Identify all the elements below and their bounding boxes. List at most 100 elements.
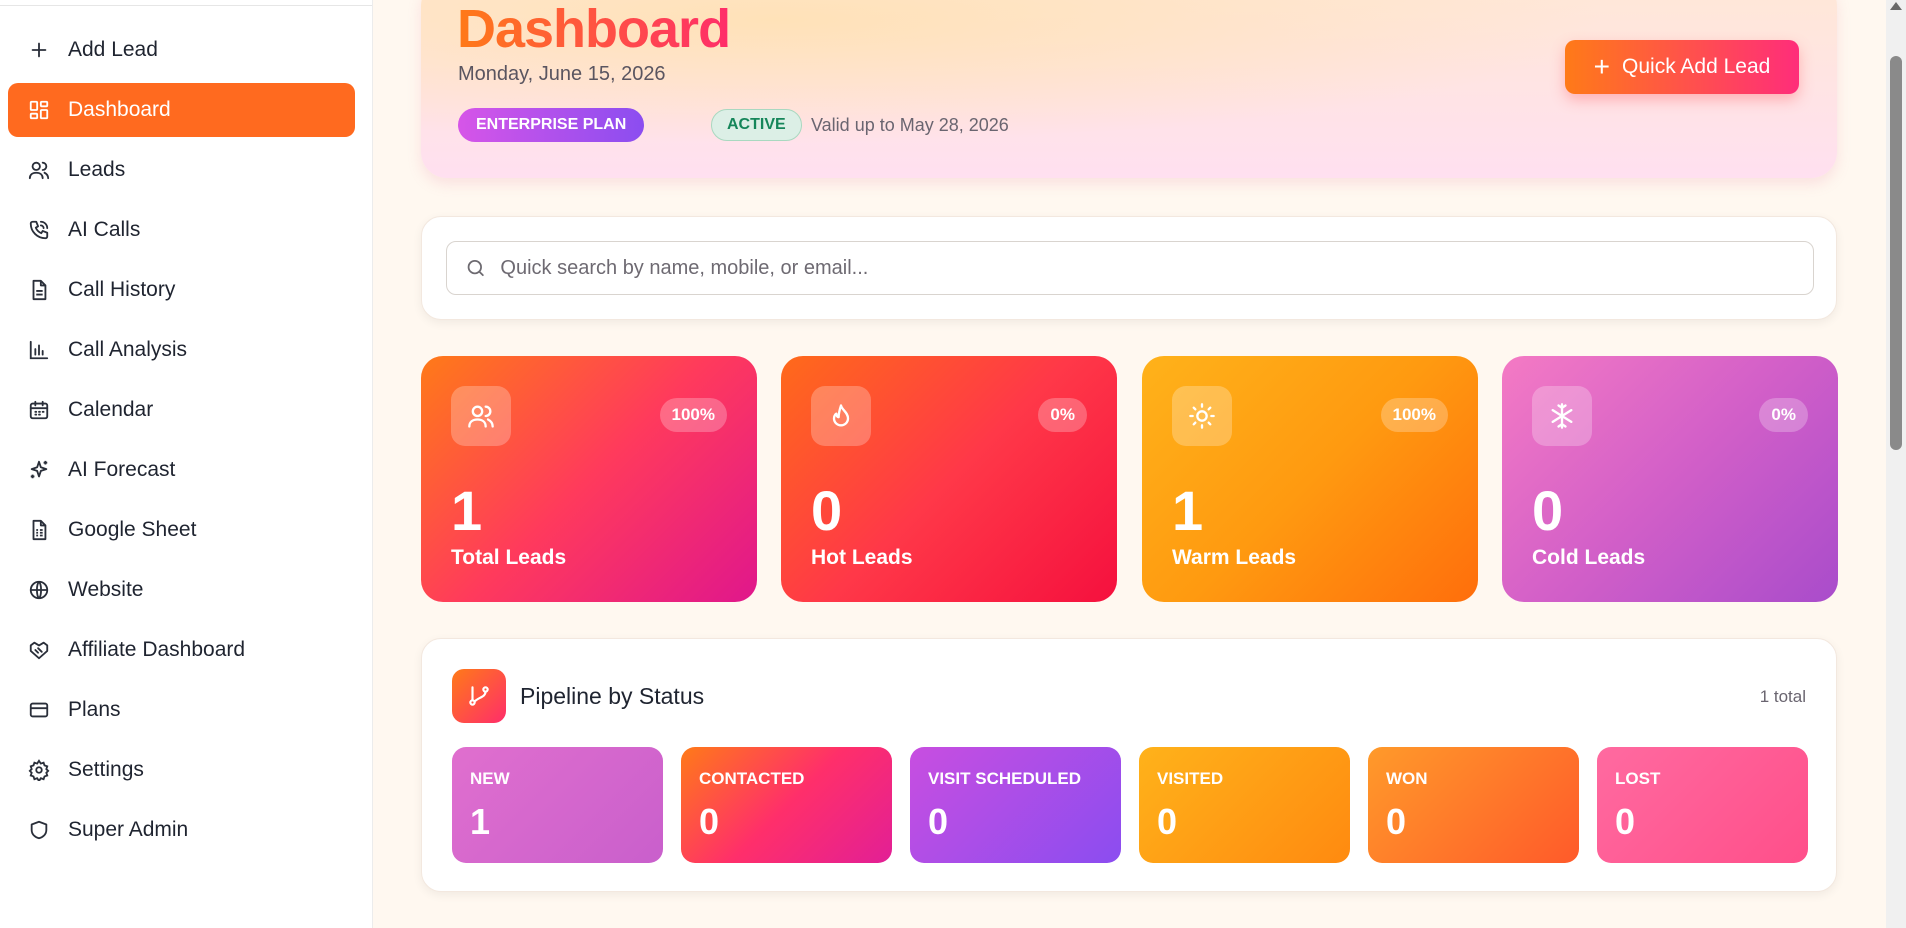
sidebar-item-leads[interactable]: Leads: [8, 143, 355, 197]
pipeline-status-row: NEW 1 CONTACTED 0 VISIT SCHEDULED 0 VISI…: [452, 747, 1808, 863]
stat-card-total-leads[interactable]: 100% 1 Total Leads: [421, 356, 757, 602]
main-content: Dashboard Monday, June 15, 2026 ENTERPRI…: [373, 0, 1886, 928]
users-icon: [451, 386, 511, 446]
dashboard-icon: [26, 97, 52, 123]
sidebar-item-label: Plans: [68, 698, 121, 721]
search-card: [421, 216, 1837, 320]
sidebar-item-settings[interactable]: Settings: [8, 743, 355, 797]
pipeline-status-label: NEW: [470, 769, 510, 788]
credit-card-icon: [26, 697, 52, 723]
quick-add-lead-button[interactable]: + Quick Add Lead: [1565, 40, 1799, 94]
scroll-up-arrow-icon[interactable]: [1890, 2, 1902, 10]
sidebar-item-google-sheet[interactable]: Google Sheet: [8, 503, 355, 557]
scrollbar[interactable]: [1886, 0, 1906, 928]
stat-label: Hot Leads: [811, 546, 913, 569]
pipeline-total: 1 total: [1759, 687, 1806, 706]
sidebar-item-ai-forecast[interactable]: AI Forecast: [8, 443, 355, 497]
stat-card-cold-leads[interactable]: 0% 0 Cold Leads: [1502, 356, 1838, 602]
pipeline-status-value: 0: [1157, 801, 1178, 842]
pipeline-status-value: 0: [928, 801, 949, 842]
pipeline-status-value: 0: [699, 801, 720, 842]
git-branch-icon: [452, 669, 506, 723]
stat-card-warm-leads[interactable]: 100% 1 Warm Leads: [1142, 356, 1478, 602]
sidebar-item-label: Super Admin: [68, 818, 189, 841]
plan-validity: Valid up to May 28, 2026: [811, 115, 1009, 135]
sidebar-item-label: Google Sheet: [68, 518, 197, 541]
sidebar-item-label: Settings: [68, 758, 144, 781]
sun-icon: [1172, 386, 1232, 446]
sidebar-item-add-lead[interactable]: Add Lead: [8, 23, 355, 77]
sidebar-nav: Add Lead Dashboard Leads AI Calls Call H…: [8, 23, 355, 863]
pipeline-status-value: 0: [1615, 801, 1636, 842]
pipeline-status-contacted[interactable]: CONTACTED 0: [681, 747, 892, 863]
pipeline-status-value: 0: [1386, 801, 1407, 842]
calendar-icon: [26, 397, 52, 423]
pipeline-status-visit-scheduled[interactable]: VISIT SCHEDULED 0: [910, 747, 1121, 863]
snowflake-icon: [1532, 386, 1592, 446]
divider: [0, 5, 372, 6]
plus-icon: +: [1593, 51, 1611, 82]
pipeline-status-won[interactable]: WON 0: [1368, 747, 1579, 863]
sidebar-item-super-admin[interactable]: Super Admin: [8, 803, 355, 857]
current-date: Monday, June 15, 2026: [458, 63, 666, 85]
sidebar-item-label: AI Calls: [68, 218, 141, 241]
search-input[interactable]: [500, 256, 1813, 280]
stat-value: 1: [1172, 479, 1204, 542]
pipeline-title: Pipeline by Status: [520, 683, 705, 709]
pipeline-status-label: LOST: [1615, 769, 1661, 788]
plan-badge: ENTERPRISE PLAN: [458, 108, 645, 142]
pipeline-status-label: VISITED: [1157, 769, 1224, 788]
sidebar-item-label: Website: [68, 578, 144, 601]
gear-icon: [26, 757, 52, 783]
pipeline-card: Pipeline by Status 1 total NEW 1 CONTACT…: [421, 638, 1837, 892]
sidebar-item-call-analysis[interactable]: Call Analysis: [8, 323, 355, 377]
sidebar-item-ai-calls[interactable]: AI Calls: [8, 203, 355, 257]
spreadsheet-icon: [26, 517, 52, 543]
document-icon: [26, 277, 52, 303]
sidebar-item-label: Leads: [68, 158, 126, 181]
stat-percent: 0%: [1038, 398, 1087, 432]
pipeline-status-visited[interactable]: VISITED 0: [1139, 747, 1350, 863]
sidebar-item-dashboard[interactable]: Dashboard: [8, 83, 355, 137]
sidebar-item-label: Call Analysis: [68, 338, 188, 361]
pipeline-status-label: WON: [1386, 769, 1428, 788]
flame-icon: [811, 386, 871, 446]
sidebar-item-label: Affiliate Dashboard: [68, 638, 246, 661]
sidebar: Add Lead Dashboard Leads AI Calls Call H…: [0, 0, 373, 928]
sidebar-item-affiliate-dashboard[interactable]: Affiliate Dashboard: [8, 623, 355, 677]
sidebar-item-label: AI Forecast: [68, 458, 176, 481]
phone-call-icon: [26, 217, 52, 243]
stat-percent: 100%: [659, 398, 727, 432]
stat-percent: 100%: [1380, 398, 1448, 432]
stat-label: Total Leads: [451, 546, 567, 569]
pipeline-status-new[interactable]: NEW 1: [452, 747, 663, 863]
plus-icon: [26, 37, 52, 63]
status-badge: ACTIVE: [711, 109, 802, 141]
scrollbar-thumb[interactable]: [1890, 56, 1902, 450]
sidebar-item-calendar[interactable]: Calendar: [8, 383, 355, 437]
sidebar-item-website[interactable]: Website: [8, 563, 355, 617]
globe-icon: [26, 577, 52, 603]
sidebar-item-label: Call History: [68, 278, 176, 301]
search-icon: [467, 259, 484, 277]
pipeline-status-lost[interactable]: LOST 0: [1597, 747, 1808, 863]
sidebar-item-call-history[interactable]: Call History: [8, 263, 355, 317]
sidebar-item-plans[interactable]: Plans: [8, 683, 355, 737]
users-icon: [26, 157, 52, 183]
quick-add-lead-label: Quick Add Lead: [1622, 55, 1771, 78]
search-box[interactable]: [446, 241, 1814, 295]
stat-card-hot-leads[interactable]: 0% 0 Hot Leads: [781, 356, 1117, 602]
stat-label: Cold Leads: [1532, 546, 1646, 569]
sidebar-item-label: Add Lead: [68, 38, 158, 61]
sparkles-icon: [26, 457, 52, 483]
stat-value: 1: [451, 479, 483, 542]
page-title: Dashboard: [457, 0, 731, 59]
dashboard-header: Dashboard Monday, June 15, 2026 ENTERPRI…: [421, 0, 1837, 178]
sidebar-item-label: Dashboard: [68, 98, 171, 121]
shield-icon: [26, 817, 52, 843]
stat-percent: 0%: [1759, 398, 1808, 432]
stat-label: Warm Leads: [1172, 546, 1297, 569]
stat-value: 0: [811, 479, 843, 542]
sidebar-item-label: Calendar: [68, 398, 154, 421]
handshake-icon: [26, 637, 52, 663]
